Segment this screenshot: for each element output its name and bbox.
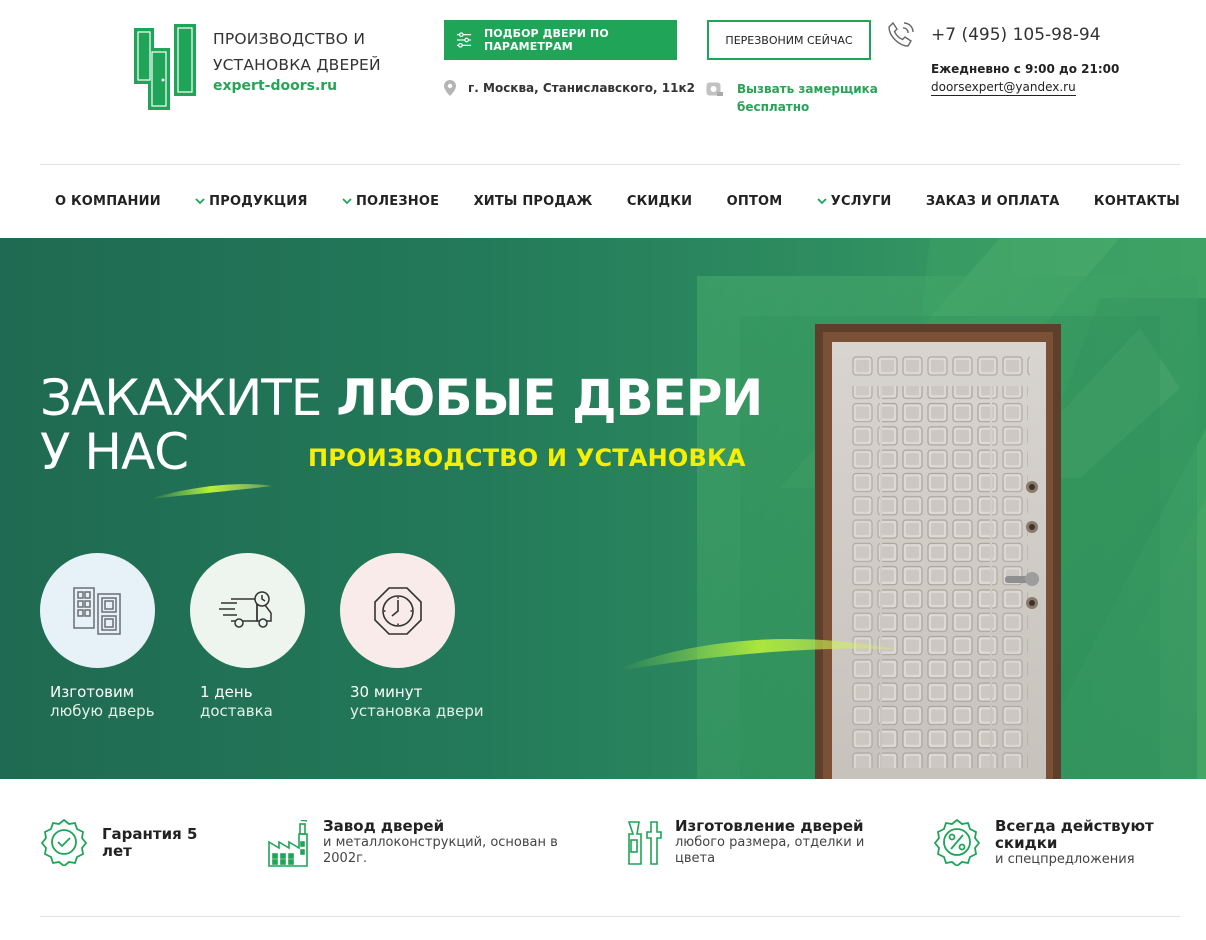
measurer-link[interactable]: Вызвать замерщика бесплатно <box>706 80 887 116</box>
filter-sliders-icon <box>456 32 472 48</box>
feature-subtitle: любую дверь <box>50 702 155 720</box>
benefit-title: Изготовление дверей <box>675 817 864 835</box>
nav-item-1[interactable]: ПРОДУКЦИЯ <box>195 194 307 209</box>
feature-delivery: 1 день доставка <box>190 553 340 720</box>
feature-manufacture: Изготовим любую дверь <box>40 553 190 720</box>
email-link[interactable]: doorsexpert@yandex.ru <box>931 80 1076 96</box>
chevron-down-icon <box>817 197 827 204</box>
hero-title: ЗАКАЖИТЕ ЛЮБЫЕ ДВЕРИ <box>40 369 763 427</box>
feature-installation: 30 минут установка двери <box>340 553 490 720</box>
feature-subtitle: установка двери <box>350 702 484 720</box>
nav-item-label: ПРОДУКЦИЯ <box>209 193 308 209</box>
feature-circle <box>190 553 305 668</box>
benefit-text: Изготовление дверей любого размера, отде… <box>675 818 875 867</box>
benefit-desc: и спецпредложения <box>995 852 1135 867</box>
feature-circle <box>40 553 155 668</box>
nav-item-label: КОНТАКТЫ <box>1093 193 1180 209</box>
benefit-discounts: Всегда действуют скидки и спецпредложени… <box>933 818 1165 868</box>
tools-icon <box>627 821 662 865</box>
logo-icon[interactable] <box>134 24 196 110</box>
nav-item-label: ЗАКАЗ И ОПЛАТА <box>925 193 1060 209</box>
hero-title-line2: У НАС <box>40 423 189 481</box>
factory-icon <box>268 820 308 867</box>
benefit-title: Завод дверей <box>323 817 445 835</box>
phone-number[interactable]: +7 (495) 105-98-94 <box>931 25 1101 45</box>
benefit-factory: Завод дверей и металлоконструкций, основ… <box>267 818 573 868</box>
nav-item-4[interactable]: СКИДКИ <box>627 194 692 209</box>
benefit-guarantee: Гарантия 5 лет <box>40 818 212 866</box>
address-text: г. Москва, Станиславского, 11к2 <box>468 81 695 95</box>
benefit-text: Завод дверей и металлоконструкций, основ… <box>323 818 573 867</box>
nav-item-label: ОПТОМ <box>726 193 783 209</box>
location-pin-icon <box>444 80 456 96</box>
measurer-text: Вызвать замерщика бесплатно <box>737 82 878 114</box>
footer-divider <box>40 916 1180 917</box>
benefit-title: Всегда действуют скидки <box>995 817 1154 852</box>
nav-item-label: СКИДКИ <box>626 193 693 209</box>
nav-item-7[interactable]: ЗАКАЗ И ОПЛАТА <box>926 194 1060 209</box>
feature-title: 30 минут <box>350 683 423 701</box>
benefit-text: Всегда действуют скидки и спецпредложени… <box>995 818 1165 868</box>
benefit-desc: любого размера, отделки и цвета <box>675 835 865 866</box>
nav-item-label: ХИТЫ ПРОДАЖ <box>473 193 593 209</box>
nav-item-label: О КОМПАНИИ <box>55 193 161 209</box>
hero-banner: Изготовим любую дверь 1 день доставка 30… <box>0 238 1206 779</box>
benefit-title: Гарантия 5 лет <box>102 825 198 860</box>
working-hours: Ежедневно с 9:00 до 21:00 <box>931 62 1120 76</box>
hero-title-bold: ЛЮБЫЕ ДВЕРИ <box>336 369 763 427</box>
feature-title: Изготовим <box>50 683 135 701</box>
nav-item-6[interactable]: УСЛУГИ <box>817 194 892 209</box>
feature-circle <box>340 553 455 668</box>
chevron-down-icon <box>195 197 205 204</box>
chevron-down-icon <box>342 197 352 204</box>
guarantee-badge-icon <box>40 818 88 866</box>
address: г. Москва, Станиславского, 11к2 <box>444 80 695 96</box>
feature-title: 1 день <box>200 683 253 701</box>
hero-subtitle: ПРОИЗВОДСТВО И УСТАНОВКА <box>308 444 746 472</box>
doors-icon <box>72 586 121 635</box>
delivery-truck-icon <box>218 590 272 628</box>
pick-door-label: ПОДБОР ДВЕРИ ПО ПАРАМЕТРАМ <box>483 27 609 53</box>
nav-item-5[interactable]: ОПТОМ <box>727 194 783 209</box>
nav-item-3[interactable]: ХИТЫ ПРОДАЖ <box>474 194 593 209</box>
benefit-desc: и металлоконструкций, основан в 2002г. <box>323 835 558 866</box>
nav-item-label: УСЛУГИ <box>830 193 892 209</box>
pick-door-button[interactable]: ПОДБОР ДВЕРИ ПО ПАРАМЕТРАМ <box>444 20 677 60</box>
nav-item-label: ПОЛЕЗНОЕ <box>355 193 440 209</box>
clock-icon <box>373 586 422 635</box>
site-header: ПРОИЗВОДСТВО И УСТАНОВКА ДВЕРЕЙ expert-d… <box>0 0 1206 164</box>
nav-item-8[interactable]: КОНТАКТЫ <box>1094 194 1180 209</box>
brand-title: ПРОИЗВОДСТВО И УСТАНОВКА ДВЕРЕЙ <box>213 30 381 74</box>
feature-subtitle: доставка <box>200 702 273 720</box>
brand-site-link[interactable]: expert-doors.ru <box>213 78 337 94</box>
ruler-tape-icon <box>706 82 723 96</box>
benefit-text: Гарантия 5 лет <box>102 818 212 860</box>
benefit-manufacturing: Изготовление дверей любого размера, отде… <box>625 818 875 867</box>
phone-icon <box>888 21 914 47</box>
hero-title-light: ЗАКАЖИТЕ <box>40 369 322 427</box>
callback-button[interactable]: ПЕРЕЗВОНИМ СЕЙЧАС <box>707 20 871 60</box>
nav-item-0[interactable]: О КОМПАНИИ <box>55 194 161 209</box>
callback-label: ПЕРЕЗВОНИМ СЕЙЧАС <box>725 33 853 47</box>
discount-badge-icon <box>933 818 981 866</box>
main-nav: О КОМПАНИИ ПРОДУКЦИЯ ПОЛЕЗНОЕ ХИТЫ ПРОДАЖ СК… <box>40 165 1180 237</box>
nav-item-2[interactable]: ПОЛЕЗНОЕ <box>342 194 439 209</box>
